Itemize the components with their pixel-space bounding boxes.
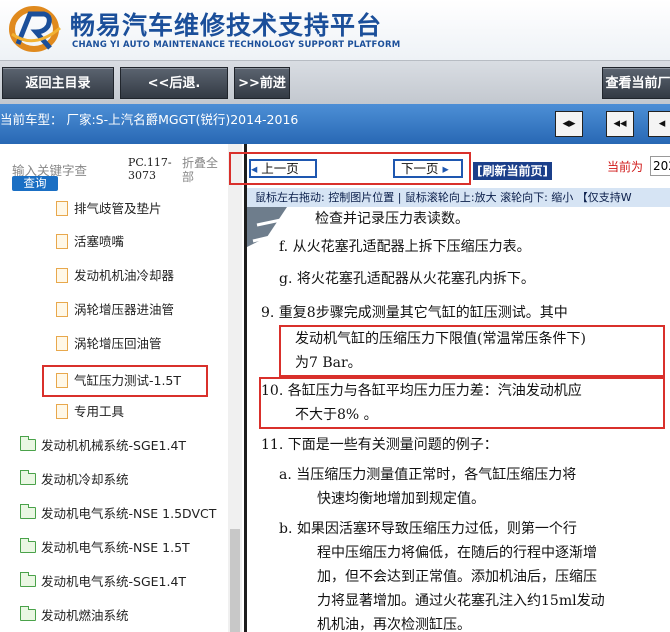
tree-item[interactable]: 涡轮增压回油管 (56, 333, 162, 355)
folder-icon (20, 436, 36, 451)
doc-line: 力将显著增加。通过火花塞孔注入约15ml发动 (317, 593, 605, 609)
back-button[interactable]: <<后退. (120, 67, 228, 99)
tree-item-label: 活塞喷嘴 (74, 234, 125, 249)
doc-line: 发动机气缸的压缩压力下限值(常温常压条件下) (295, 331, 586, 347)
tree-folder[interactable]: 发动机电气系统-NSE 1.5T (20, 537, 190, 559)
doc-line: 程中压缩压力将偏低，在随后的行程中逐渐增 (317, 545, 597, 561)
forward-button[interactable]: >>前进 (234, 67, 290, 99)
file-icon (56, 336, 68, 351)
file-icon (56, 302, 68, 317)
tree-item-selected[interactable]: 气缸压力测试-1.5T (42, 365, 208, 397)
split-view-icon[interactable]: ◂◂ (606, 111, 634, 137)
tree-item[interactable]: 活塞喷嘴 (56, 231, 124, 253)
tree-folder[interactable]: 发动机电气系统-NSE 1.5DVCT (20, 503, 216, 525)
tree-item[interactable]: 发动机机油冷却器 (56, 265, 174, 287)
brand-subtitle: CHANG YI AUTO MAINTENANCE TECHNOLOGY SUP… (72, 40, 401, 50)
tree-item-label: 涡轮增压器进油管 (74, 302, 175, 317)
doc-line: 为7 Bar。 (295, 355, 362, 371)
tree-item-label: 涡轮增压回油管 (74, 336, 162, 351)
toolbar: 返回主目录 <<后退. >>前进 查看当前厂 (0, 60, 670, 104)
logo-icon (9, 6, 61, 52)
view-current-button[interactable]: 查看当前厂 (602, 67, 670, 99)
doc-line: 机机油，再次检测缸压。 (317, 617, 471, 632)
tree-folder[interactable]: 发动机机械系统-SGE1.4T (20, 435, 186, 457)
doc-line: a. 当压缩压力测量值正常时，各气缸压缩压力将 (279, 467, 577, 483)
scrollbar-thumb[interactable] (230, 529, 240, 632)
sidebar: 输入关键字查 查询 PC.117-3073 折叠全部 排气歧管及垫片 活塞喷嘴 … (0, 144, 242, 632)
tree-item[interactable]: 涡轮增压器进油管 (56, 299, 174, 321)
folder-icon (20, 504, 36, 519)
home-button[interactable]: 返回主目录 (2, 67, 114, 99)
doc-line: b. 如果因活塞环导致压缩压力过低，则第一个行 (279, 521, 577, 537)
tree-item-label: 发动机机油冷却器 (74, 268, 175, 283)
file-icon (56, 234, 68, 249)
doc-line: g. 将火花塞孔适配器从火花塞孔内拆下。 (279, 271, 535, 287)
document-viewer: ◂ 上一页 下一页 ▸ [刷新当前页] 当前为 鼠标左右拖动: 控制图片位置 |… (229, 144, 670, 632)
tree-item-label: 发动机电气系统-SGE1.4T (41, 574, 187, 589)
tree-item-label: 发动机冷却系统 (41, 472, 129, 487)
doc-line: 9. 重复8步骤完成测量其它气缸的缸压测试。其中 (261, 305, 568, 321)
tree-item-label: 发动机电气系统-NSE 1.5DVCT (41, 506, 217, 521)
tree-item-label: 排气歧管及垫片 (74, 201, 162, 216)
brand-title: 畅易汽车维修技术支持平台 (70, 11, 383, 40)
tree-item-label: 发动机燃油系统 (41, 608, 129, 623)
mouse-hint-bar: 鼠标左右拖动: 控制图片位置 | 鼠标滚轮向上:放大 滚轮向下: 缩小 【仅支持… (247, 188, 670, 207)
app-header: 畅易汽车维修技术支持平台 CHANG YI AUTO MAINTENANCE T… (0, 0, 670, 60)
pager-row: ◂ 上一页 下一页 ▸ [刷新当前页] 当前为 (229, 144, 670, 188)
doc-line: 10. 各缸压力与各缸平均压力压力差：汽油发动机应 (261, 383, 582, 399)
current-page-input[interactable] (650, 156, 670, 176)
search-button[interactable]: 查询 (12, 176, 58, 191)
car-model-bar: 当前车型： 厂家:S-上汽名爵MGGT(锐行)2014-2016 ◂▸ ◂◂ ◂ (0, 104, 670, 144)
tree-item-label: 发动机电气系统-NSE 1.5T (41, 540, 190, 555)
folder-icon (20, 470, 36, 485)
tree-folder[interactable]: 发动机冷却系统 (20, 469, 129, 491)
tree-item[interactable]: 排气歧管及垫片 (56, 198, 162, 220)
tree-folder[interactable]: 发动机电气系统-SGE1.4T (20, 571, 186, 593)
doc-line: 不大于8% 。 (295, 407, 378, 423)
tree-item[interactable]: 专用工具 (56, 401, 124, 423)
pc-code-label: PC.117-3073 (128, 156, 172, 182)
file-icon (56, 404, 68, 419)
file-icon (56, 201, 68, 216)
current-page-label: 当前为 (607, 160, 644, 174)
fold-all-link[interactable]: 折叠全部 (182, 156, 222, 184)
folder-icon (20, 606, 36, 621)
doc-line: 检查并记录压力表读数。 (315, 211, 469, 227)
tree-scrollbar[interactable] (228, 144, 242, 632)
doc-line: 11. 下面是一些有关测量问题的例子： (261, 437, 498, 453)
tree-folder[interactable]: 发动机燃油系统 (20, 605, 129, 627)
expand-right-icon[interactable]: ◂ (648, 111, 670, 137)
file-icon (56, 268, 68, 283)
arrow-left-icon: ◂ (251, 161, 258, 176)
tree-item-label: 专用工具 (74, 404, 125, 419)
doc-line: 加，但不会达到正常值。添加机油后，压缩压 (317, 569, 597, 585)
collapse-left-icon[interactable]: ◂▸ (555, 111, 583, 137)
doc-line: 快速均衡地增加到规定值。 (317, 491, 485, 507)
next-page-button[interactable]: 下一页 ▸ (393, 159, 463, 178)
folder-icon (20, 572, 36, 587)
document-page: 检查并记录压力表读数。 f. 从火花塞孔适配器上拆下压缩压力表。 g. 将火花塞… (247, 207, 670, 632)
tree-item-label: 发动机机械系统-SGE1.4T (41, 438, 187, 453)
refresh-page-button[interactable]: [刷新当前页] (473, 162, 552, 180)
arrow-right-icon: ▸ (442, 161, 449, 176)
folder-icon (20, 538, 36, 553)
doc-line: f. 从火花塞孔适配器上拆下压缩压力表。 (279, 239, 531, 255)
prev-page-button[interactable]: ◂ 上一页 (249, 159, 317, 178)
car-model-text: 当前车型： 厂家:S-上汽名爵MGGT(锐行)2014-2016 (0, 112, 299, 127)
tree-item-label: 气缸压力测试-1.5T (74, 373, 182, 388)
file-icon (56, 373, 68, 388)
